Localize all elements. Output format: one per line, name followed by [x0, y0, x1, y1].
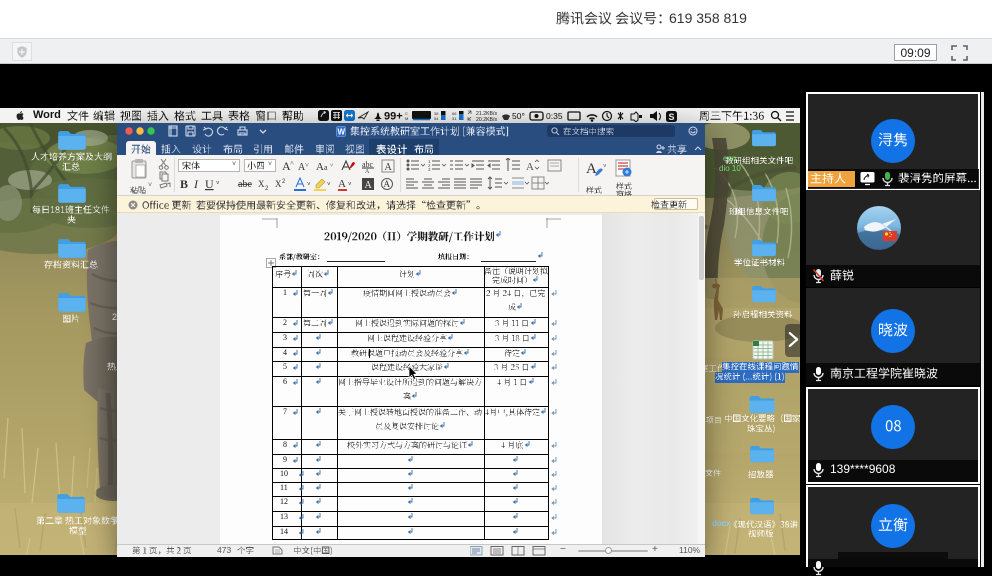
svg-text:50°: 50°: [512, 111, 525, 121]
svg-text:a: a: [324, 163, 328, 172]
svg-text:˅: ˅: [216, 181, 220, 187]
svg-text:54: 54: [434, 116, 439, 121]
svg-text:˅: ˅: [307, 182, 311, 188]
svg-text:A: A: [338, 178, 346, 190]
svg-text:˅: ˅: [348, 182, 352, 188]
svg-text:U: U: [205, 177, 214, 191]
svg-text:˅: ˅: [327, 182, 331, 188]
svg-text:A: A: [384, 179, 391, 189]
svg-text:3: 3: [428, 167, 431, 172]
svg-text:2: 2: [265, 186, 269, 191]
svg-text:A: A: [586, 161, 597, 177]
svg-text:abe: abe: [238, 179, 252, 190]
svg-text:˅: ˅: [305, 161, 309, 169]
svg-text:A: A: [365, 169, 370, 173]
svg-text:X: X: [258, 179, 265, 189]
svg-text:I: I: [193, 177, 199, 191]
svg-text:B: B: [180, 177, 188, 191]
svg-text:˄: ˄: [290, 159, 294, 167]
svg-text:W: W: [338, 128, 346, 137]
svg-text:A: A: [526, 161, 534, 173]
svg-text:˅: ˅: [603, 164, 606, 170]
svg-text:2: 2: [282, 179, 286, 185]
svg-text:M: M: [405, 116, 408, 121]
svg-text:0:35: 0:35: [546, 111, 563, 121]
svg-text:31: 31: [452, 116, 457, 121]
svg-text:˅: ˅: [330, 163, 334, 169]
svg-text:A: A: [365, 180, 373, 191]
svg-text:S: S: [669, 112, 675, 122]
svg-text:A: A: [385, 162, 393, 173]
svg-text:99+: 99+: [384, 111, 403, 123]
svg-text:20.2KB/s: 20.2KB/s: [476, 117, 497, 122]
svg-text:X: X: [275, 179, 282, 189]
svg-text:A: A: [316, 161, 324, 173]
